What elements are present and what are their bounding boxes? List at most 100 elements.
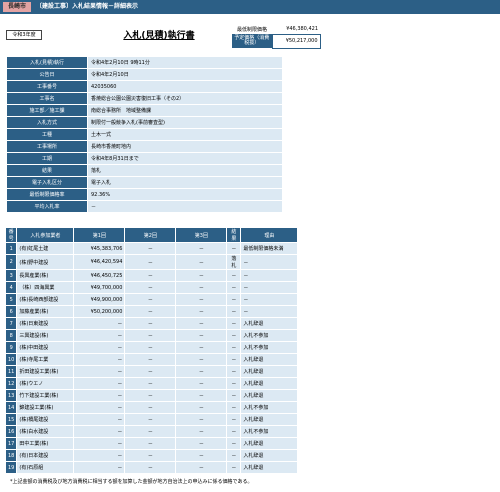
table-row: 2 (株)野中建設 ¥46,420,594 －－落札－	[6, 255, 298, 269]
bid-round2: －	[125, 342, 176, 353]
info-label: 工事場所	[7, 141, 87, 152]
bid-result: －	[227, 330, 241, 341]
info-label: 工事名	[7, 93, 87, 104]
bidder-name: (株)日東建設	[17, 318, 74, 329]
bid-reason: 入札不参加	[241, 330, 298, 341]
info-value: 土木一式	[88, 129, 282, 140]
bidder-number: 15	[6, 414, 17, 425]
min-limit-label: 最低制限価格	[236, 26, 267, 33]
bid-result: －	[227, 450, 241, 461]
col-header-number: 番号	[6, 228, 17, 242]
info-label: 入札方式	[7, 117, 87, 128]
bidder-name: (有)日本建設	[17, 450, 74, 461]
table-row: 1 (有)虹尾土建 ¥45,383,706 －－－最低制限価格未満	[6, 243, 298, 254]
table-row: 9 (株)中田建設－－－－入札不参加	[6, 342, 298, 353]
info-row: 電子入札区分 電子入札	[7, 177, 282, 188]
bid-reason: 入札辞退	[241, 450, 298, 461]
bid-round1: ¥46,420,594	[74, 255, 125, 269]
bid-round3: －	[176, 270, 227, 281]
bid-round2: －	[125, 366, 176, 377]
bidder-name: 三興建設(株)	[17, 330, 74, 341]
bid-round3: －	[176, 414, 227, 425]
col-header-result: 結果	[227, 228, 241, 242]
info-label: 結果	[7, 165, 87, 176]
table-row: 12 (株)ウエノ－－－－入札辞退	[6, 378, 298, 389]
info-row: 工事番号 42035060	[7, 81, 282, 92]
bid-result: －	[227, 342, 241, 353]
bidder-name: (株)寺尾工業	[17, 354, 74, 365]
info-row: 結果 落札	[7, 165, 282, 176]
bid-round2: －	[125, 255, 176, 269]
bidder-number: 7	[6, 318, 17, 329]
bid-round3: －	[176, 462, 227, 473]
bidder-number: 11	[6, 366, 17, 377]
bid-round1: －	[74, 390, 125, 401]
bidder-number: 4	[6, 282, 17, 293]
bidder-number: 10	[6, 354, 17, 365]
bid-header-row: 番号 入札参加業者 第1回 第2回 第3回 結果 理由	[6, 228, 298, 242]
bid-round3: －	[176, 243, 227, 254]
info-label: 工事番号	[7, 81, 87, 92]
table-row: 8 三興建設(株) －－－－入札不参加	[6, 330, 298, 341]
bid-round2: －	[125, 306, 176, 317]
bid-round3: －	[176, 282, 227, 293]
info-label: 最低制限価格率	[7, 189, 87, 200]
info-label: 工種	[7, 129, 87, 140]
info-label: 電子入札区分	[7, 177, 87, 188]
bidder-name: (株)橋尾建設	[17, 414, 74, 425]
bid-round1: －	[74, 378, 125, 389]
bidder-number: 9	[6, 342, 17, 353]
price-summary-table: 最低制限価格 ¥46,380,421 予定価格（消費税抜） ¥50,217,00…	[232, 24, 321, 49]
bidder-number: 6	[6, 306, 17, 317]
bid-round1: －	[74, 342, 125, 353]
bid-result: －	[227, 462, 241, 473]
bid-round2: －	[125, 270, 176, 281]
bid-round3: －	[176, 390, 227, 401]
info-row: 入札方式 制限付一般競争入札(事前審査型)	[7, 117, 282, 128]
bid-round2: －	[125, 414, 176, 425]
bid-result: －	[227, 390, 241, 401]
bid-result: －	[227, 282, 241, 293]
bid-round3: －	[176, 294, 227, 305]
info-value: 電子入札	[88, 177, 282, 188]
info-value: －	[88, 201, 282, 212]
table-row: 5 (株)長崎西部建設 ¥49,900,000 －－－－	[6, 294, 298, 305]
bid-reason: －	[241, 282, 298, 293]
info-value: 令和4年2月10日 9時11分	[88, 57, 282, 68]
info-value: 長崎市香焼町地内	[88, 141, 282, 152]
bid-result: －	[227, 426, 241, 437]
document-title: 入札(見積)執行書	[123, 31, 195, 41]
bidder-name: （株）四海興業	[17, 282, 74, 293]
info-row: 工事名 香焼総合公園公園災害復旧工事（その2）	[7, 93, 282, 104]
info-label: 公告日	[7, 69, 87, 80]
bid-round1: ¥46,450,725	[74, 270, 125, 281]
title-bar: 長崎市 〔建設工事〕入札結果情報－詳細表示	[0, 0, 500, 14]
info-row: 施工部／施工課 南総合事務所 地域整備課	[7, 105, 282, 116]
bid-reason: －	[241, 306, 298, 317]
info-value: 南総合事務所 地域整備課	[88, 105, 282, 116]
info-label: 入札(見積)執行	[7, 57, 87, 68]
col-header-round3: 第3回	[176, 228, 227, 242]
bid-round2: －	[125, 243, 176, 254]
bid-round3: －	[176, 366, 227, 377]
bid-reason: 入札辞退	[241, 438, 298, 449]
table-row: 18 (有)日本建設－－－－入札辞退	[6, 450, 298, 461]
table-row: 16 (株)白水建設－－－－入札不参加	[6, 426, 298, 437]
table-row: 4 （株）四海興業 ¥49,700,000 －－－－	[6, 282, 298, 293]
info-value: 令和4年8月31日まで	[88, 153, 282, 164]
bidder-name: 折田建設工業(株)	[17, 366, 74, 377]
bid-round1: －	[74, 366, 125, 377]
table-row: 19 (有)石原組－－－－入札辞退	[6, 462, 298, 473]
info-label: 工期	[7, 153, 87, 164]
table-row: 17 田中工業(株) －－－－入札辞退	[6, 438, 298, 449]
bid-round3: －	[176, 450, 227, 461]
bid-round3: －	[176, 255, 227, 269]
bid-reason: 最低制限価格未満	[241, 243, 298, 254]
bid-round1: －	[74, 318, 125, 329]
bid-reason: －	[241, 255, 298, 269]
bid-result: －	[227, 318, 241, 329]
project-info-table: 入札(見積)執行 令和4年2月10日 9時11分 公告日 令和4年2月10日 工事番号 4…	[6, 56, 283, 213]
bid-round1: －	[74, 438, 125, 449]
col-header-round2: 第2回	[125, 228, 176, 242]
bid-round1: －	[74, 354, 125, 365]
